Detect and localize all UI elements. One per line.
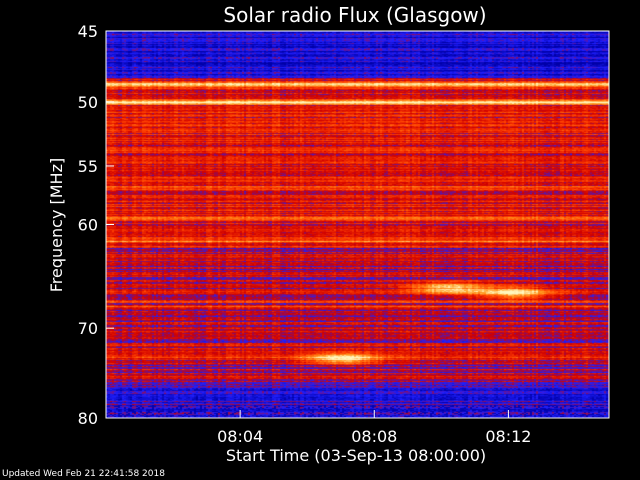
plot-area <box>106 31 609 418</box>
y-tick-label: 60 <box>78 216 98 235</box>
updated-timestamp: Updated Wed Feb 21 22:41:58 2018 <box>2 469 165 479</box>
x-tick-label: 08:12 <box>485 427 531 446</box>
x-tick-label: 08:08 <box>351 427 397 446</box>
x-axis-label: Start Time (03-Sep-13 08:00:00) <box>226 446 486 465</box>
y-axis-label: Frequency [MHz] <box>47 158 66 292</box>
spectrogram-image <box>106 31 609 418</box>
y-tick-label: 50 <box>78 93 98 112</box>
y-tick-label: 80 <box>78 409 98 428</box>
y-tick-label: 70 <box>78 319 98 338</box>
y-tick-label: 55 <box>78 157 98 176</box>
y-tick-label: 45 <box>78 22 98 41</box>
chart-title: Solar radio Flux (Glasgow) <box>223 3 486 27</box>
x-tick-label: 08:04 <box>217 427 263 446</box>
spectrogram-chart: Solar radio Flux (Glasgow) 455055607080 … <box>47 3 610 465</box>
